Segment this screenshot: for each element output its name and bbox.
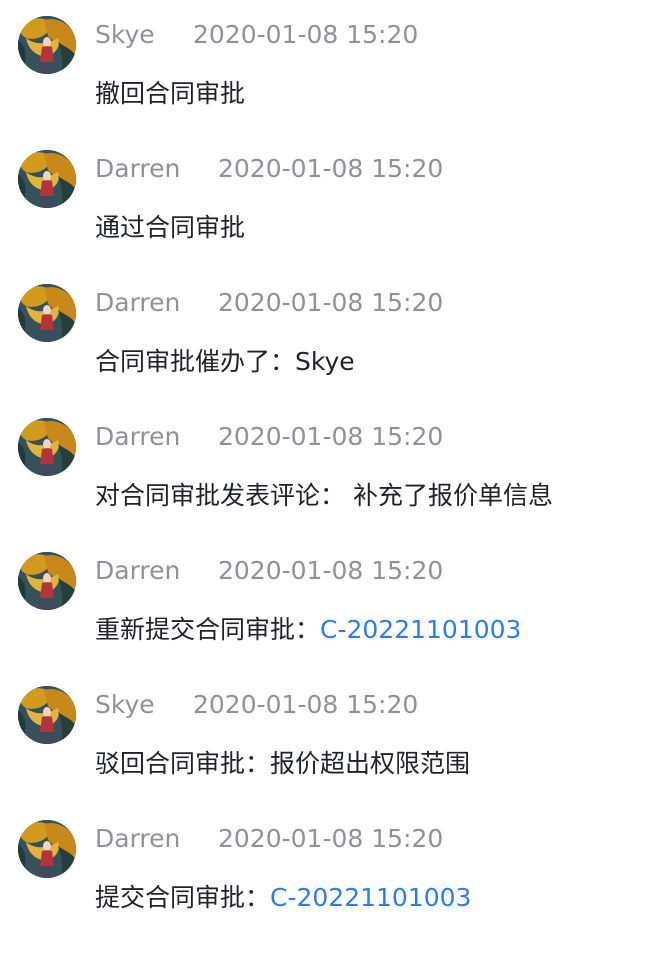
activity-message: 通过合同审批 [95, 211, 245, 245]
activity-entry: Skye 2020-01-08 15:20 驳回合同审批：报价超出权限范围 [0, 686, 650, 820]
avatar [18, 16, 76, 74]
timestamp: 2020-01-08 15:20 [218, 288, 444, 317]
avatar-image [18, 820, 76, 878]
message-text: 合同审批催办了：Skye [95, 347, 355, 376]
activity-entry: Darren 2020-01-08 15:20 提交合同审批：C-2022110… [0, 820, 650, 954]
message-text: 驳回合同审批：报价超出权限范围 [95, 749, 471, 778]
timestamp: 2020-01-08 15:20 [218, 422, 444, 451]
avatar [18, 820, 76, 878]
avatar-image [18, 16, 76, 74]
activity-message: 合同审批催办了：Skye [95, 345, 355, 379]
activity-entry: Darren 2020-01-08 15:20 合同审批催办了：Skye [0, 284, 650, 418]
timestamp: 2020-01-08 15:20 [193, 20, 419, 49]
message-text: 撤回合同审批 [95, 79, 246, 108]
avatar [18, 418, 76, 476]
avatar-image [18, 284, 76, 342]
message-text: 通过合同审批 [95, 213, 246, 242]
activity-entry: Darren 2020-01-08 15:20 重新提交合同审批：C-20221… [0, 552, 650, 686]
activity-message: 提交合同审批：C-20221101003 [95, 881, 471, 915]
activity-message: 重新提交合同审批：C-20221101003 [95, 613, 521, 647]
timestamp: 2020-01-08 15:20 [218, 556, 444, 585]
avatar-image [18, 150, 76, 208]
author-name: Skye [95, 20, 155, 49]
author-name: Darren [95, 154, 181, 183]
avatar [18, 150, 76, 208]
message-text: 提交合同审批： [95, 883, 271, 912]
timestamp: 2020-01-08 15:20 [218, 154, 444, 183]
author-name: Darren [95, 422, 181, 451]
activity-feed: Skye 2020-01-08 15:20 撤回合同审批 Darren 2020… [0, 0, 650, 942]
avatar [18, 284, 76, 342]
activity-entry: Darren 2020-01-08 15:20 通过合同审批 [0, 150, 650, 284]
avatar-image [18, 418, 76, 476]
activity-message: 对合同审批发表评论： 补充了报价单信息 [95, 479, 553, 513]
contract-number-link[interactable]: C-20221101003 [320, 615, 521, 644]
activity-entry: Darren 2020-01-08 15:20 对合同审批发表评论： 补充了报价… [0, 418, 650, 552]
avatar-image [18, 686, 76, 744]
avatar [18, 686, 76, 744]
avatar-image [18, 552, 76, 610]
contract-number-link[interactable]: C-20221101003 [270, 883, 471, 912]
author-name: Darren [95, 556, 181, 585]
avatar [18, 552, 76, 610]
timestamp: 2020-01-08 15:20 [193, 690, 419, 719]
activity-message: 驳回合同审批：报价超出权限范围 [95, 747, 470, 781]
activity-message: 撤回合同审批 [95, 77, 245, 111]
author-name: Darren [95, 288, 181, 317]
author-name: Darren [95, 824, 181, 853]
timestamp: 2020-01-08 15:20 [218, 824, 444, 853]
message-text: 对合同审批发表评论： 补充了报价单信息 [95, 481, 553, 510]
activity-entry: Skye 2020-01-08 15:20 撤回合同审批 [0, 16, 650, 150]
message-text: 重新提交合同审批： [95, 615, 321, 644]
author-name: Skye [95, 690, 155, 719]
